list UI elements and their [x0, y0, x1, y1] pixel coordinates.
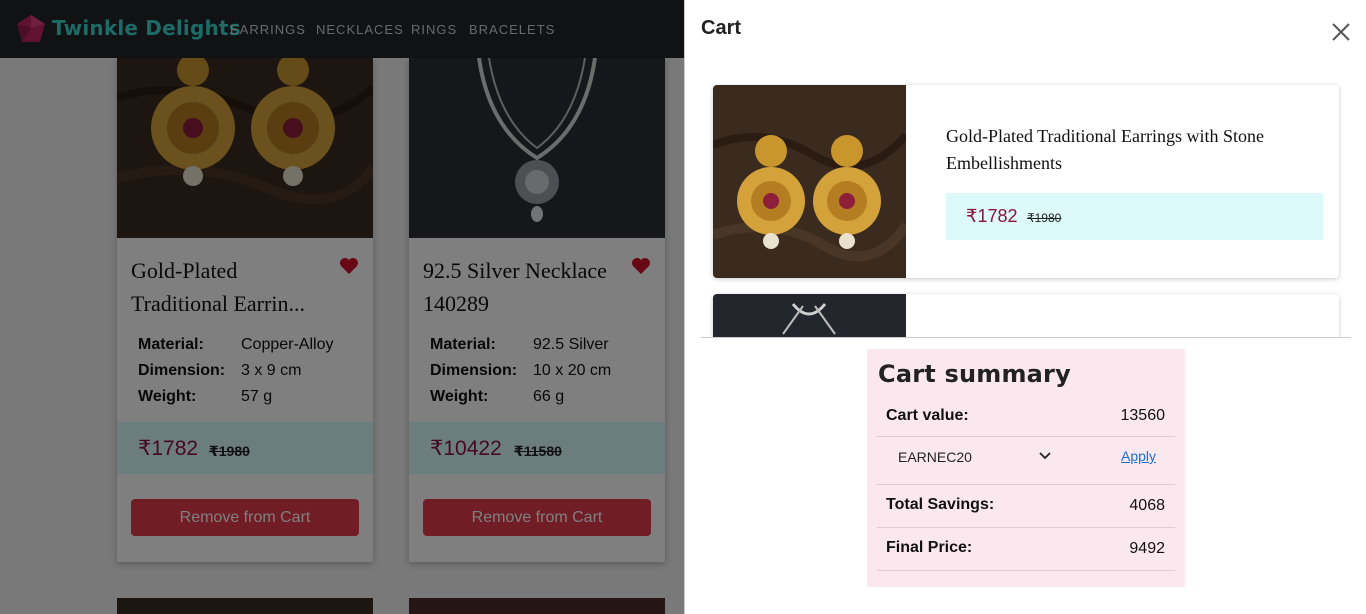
cart-items-list[interactable]: Gold-Plated Traditional Earrings with St… — [701, 70, 1351, 338]
cart-item: Gold-Plated Traditional Earrings with St… — [713, 85, 1339, 278]
total-savings: 4068 — [1129, 497, 1165, 514]
close-icon[interactable] — [1331, 22, 1351, 42]
total-savings-label: Total Savings: — [886, 496, 995, 513]
cart-summary: Cart summary Cart value: 13560 EARNEC20 … — [867, 349, 1185, 587]
cart-item-name[interactable]: Gold-Plated Traditional Earrings with St… — [946, 123, 1266, 177]
cart-item-price: ₹1782 — [966, 206, 1018, 226]
cart-value-label: Cart value: — [886, 407, 969, 424]
cart-item-image — [713, 85, 906, 278]
cart-summary-heading: Cart summary — [878, 360, 1071, 388]
final-price-row: Final Price: 9492 — [877, 528, 1175, 571]
chevron-down-icon[interactable] — [1038, 451, 1052, 461]
cart-value: 13560 — [1120, 407, 1166, 424]
cart-item-price-band: ₹1782 ₹1980 — [946, 193, 1323, 240]
coupon-row: EARNEC20 Apply — [877, 437, 1175, 485]
cart-value-row: Cart value: 13560 — [877, 397, 1175, 437]
final-price: 9492 — [1129, 540, 1165, 557]
savings-row: Total Savings: 4068 — [877, 485, 1175, 528]
cart-item-image — [713, 294, 906, 337]
coupon-select[interactable]: EARNEC20 — [898, 449, 972, 465]
final-price-label: Final Price: — [886, 539, 973, 556]
cart-item — [713, 294, 1339, 337]
cart-item-mrp: ₹1980 — [1027, 211, 1062, 225]
cart-drawer: Cart Gold-Plated Traditional Earrings wi… — [684, 0, 1366, 614]
apply-coupon-link[interactable]: Apply — [1121, 448, 1156, 464]
modal-backdrop[interactable] — [0, 0, 684, 614]
cart-title: Cart — [701, 17, 742, 39]
